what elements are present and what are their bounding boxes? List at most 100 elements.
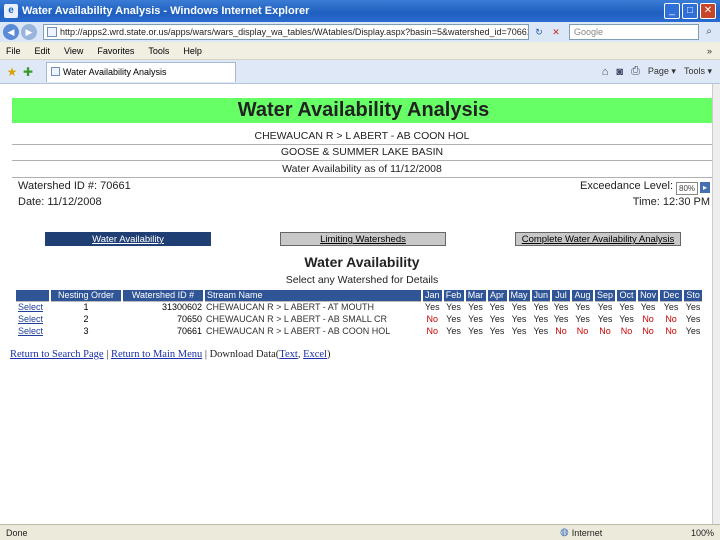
zoom-level[interactable]: 100% <box>660 528 720 538</box>
menu-bar: File Edit View Favorites Tools Help » <box>0 42 720 60</box>
month-availability-cell: No <box>426 326 439 336</box>
storage-availability-cell: Yes <box>685 326 701 336</box>
month-availability-cell: Yes <box>446 326 461 336</box>
window-title: Water Availability Analysis - Windows In… <box>22 5 310 17</box>
divider <box>12 144 712 145</box>
watershed-id-cell: 70661 <box>176 326 202 336</box>
month-availability-cell: Yes <box>442 300 465 313</box>
basin-heading: GOOSE & SUMMER LAKE BASIN <box>280 146 444 158</box>
table-header-row: Nesting Order Watershed ID # Stream Name… <box>16 290 705 301</box>
column-header <box>16 290 51 301</box>
menu-help[interactable]: Help <box>183 46 202 56</box>
tab-label: Water Availability Analysis <box>63 66 167 77</box>
ie-icon: e <box>4 4 18 18</box>
links-chevron-icon[interactable]: » <box>707 46 712 56</box>
month-availability-cell: Yes <box>468 326 483 336</box>
month-availability-cell: Yes <box>637 300 660 313</box>
column-header: May <box>507 290 532 301</box>
footer-links: Return to Search Page | Return to Main M… <box>10 349 330 360</box>
column-header: Mar <box>464 290 488 301</box>
download-text-link[interactable]: Text <box>279 349 298 360</box>
feeds-icon[interactable]: ◙ <box>616 66 623 78</box>
month-availability-cell: No <box>555 326 567 336</box>
menu-favorites[interactable]: Favorites <box>97 46 134 56</box>
month-availability-cell: No <box>642 314 654 324</box>
column-header: Jul <box>551 290 573 301</box>
column-header: Feb <box>442 290 466 301</box>
column-header: Nov <box>637 290 661 301</box>
month-availability-cell: Yes <box>619 314 634 324</box>
nesting-order-cell: 2 <box>83 314 89 324</box>
stop-icon[interactable]: ✕ <box>549 25 563 39</box>
month-availability-cell: Yes <box>489 314 505 324</box>
download-excel-link[interactable]: Excel <box>303 349 327 360</box>
tab-limiting-watersheds[interactable]: Limiting Watersheds <box>280 232 446 246</box>
home-icon[interactable]: ⌂ <box>602 66 609 78</box>
month-availability-cell: No <box>642 326 654 336</box>
month-availability-cell: Yes <box>489 326 505 336</box>
select-link[interactable]: Select <box>16 300 50 313</box>
month-availability-cell: No <box>665 326 677 336</box>
zone-label: Internet <box>571 527 603 538</box>
month-availability-cell: Yes <box>422 300 443 313</box>
back-icon[interactable]: ◀ <box>3 24 19 40</box>
stream-name-cell: CHEWAUCAN R > L ABERT - AT MOUTH <box>204 300 422 313</box>
nesting-order-cell: 3 <box>83 326 89 336</box>
close-button[interactable]: ✕ <box>700 3 716 19</box>
month-availability-cell: Yes <box>553 314 569 324</box>
divider <box>12 177 712 178</box>
maximize-button[interactable]: □ <box>682 3 698 19</box>
exceedance-label: Exceedance Level: <box>580 180 673 192</box>
tools-menu-label: Tools <box>683 66 705 76</box>
minimize-button[interactable]: _ <box>664 3 680 19</box>
menu-tools[interactable]: Tools <box>148 46 169 56</box>
month-availability-cell: Yes <box>597 314 613 324</box>
print-icon[interactable]: ⎙ <box>631 65 640 78</box>
search-icon[interactable]: ⌕ <box>701 24 717 40</box>
month-availability-cell: Yes <box>511 314 527 324</box>
tab-water-availability[interactable]: Water Availability Analysis <box>46 61 236 82</box>
favorites-star-icon[interactable]: ★ <box>4 65 20 79</box>
section-subtitle: Select any Watershed for Details <box>285 274 439 286</box>
menu-view[interactable]: View <box>64 46 83 56</box>
vertical-scrollbar[interactable] <box>712 84 720 524</box>
page-icon <box>51 66 60 76</box>
url-input[interactable]: http://apps2.wrd.state.or.us/apps/wars/w… <box>43 24 529 40</box>
forward-icon[interactable]: ▶ <box>21 24 37 40</box>
download-data-label: | Download Data( <box>202 349 280 360</box>
month-availability-cell: No <box>426 314 439 324</box>
column-header: Sep <box>594 290 618 301</box>
exceedance-go-button[interactable]: ▸ <box>700 182 710 193</box>
tab-complete-analysis[interactable]: Complete Water Availability Analysis <box>515 232 681 246</box>
column-header: Sto <box>683 290 705 301</box>
month-availability-cell: Yes <box>594 300 617 313</box>
month-availability-cell: No <box>599 326 611 336</box>
table-row: Select 1 31300602 CHEWAUCAN R > L ABERT - A… <box>16 300 704 313</box>
stream-name-heading: CHEWAUCAN R > L ABERT - AB COON HOL <box>254 130 470 142</box>
page-icon <box>47 27 57 37</box>
menu-edit[interactable]: Edit <box>35 46 51 56</box>
tools-menu-button[interactable]: Tools ▾ <box>684 66 712 77</box>
security-zone: ◍ Internet <box>560 527 660 538</box>
address-bar: ◀ ▶ http://apps2.wrd.state.or.us/apps/wa… <box>0 22 720 42</box>
menu-file[interactable]: File <box>6 46 21 56</box>
page-menu-label: Page <box>647 66 669 76</box>
search-input[interactable]: Google <box>569 24 699 40</box>
exceedance-select[interactable]: 80% <box>676 182 698 195</box>
add-favorite-icon[interactable]: ✚ <box>20 65 36 79</box>
select-link[interactable]: Select <box>16 313 50 325</box>
tab-water-availability-view[interactable]: Water Availability <box>45 232 211 246</box>
footer-close-paren: ) <box>326 349 331 360</box>
return-to-search-link[interactable]: Return to Search Page <box>10 349 104 360</box>
section-title: Water Availability <box>304 254 420 270</box>
page-menu-button[interactable]: Page ▾ <box>648 66 676 77</box>
return-to-main-menu-link[interactable]: Return to Main Menu <box>111 349 202 360</box>
month-availability-cell: Yes <box>551 300 572 313</box>
month-availability-cell: Yes <box>446 314 461 324</box>
table-row: Select 3 70661 CHEWAUCAN R > L ABERT - AB C… <box>16 325 703 337</box>
refresh-icon[interactable]: ↻ <box>532 25 546 39</box>
watershed-id-cell: 31300602 <box>122 300 204 313</box>
select-link[interactable]: Select <box>16 325 50 337</box>
column-header: Stream Name <box>204 290 423 301</box>
month-availability-cell: Yes <box>507 300 531 313</box>
